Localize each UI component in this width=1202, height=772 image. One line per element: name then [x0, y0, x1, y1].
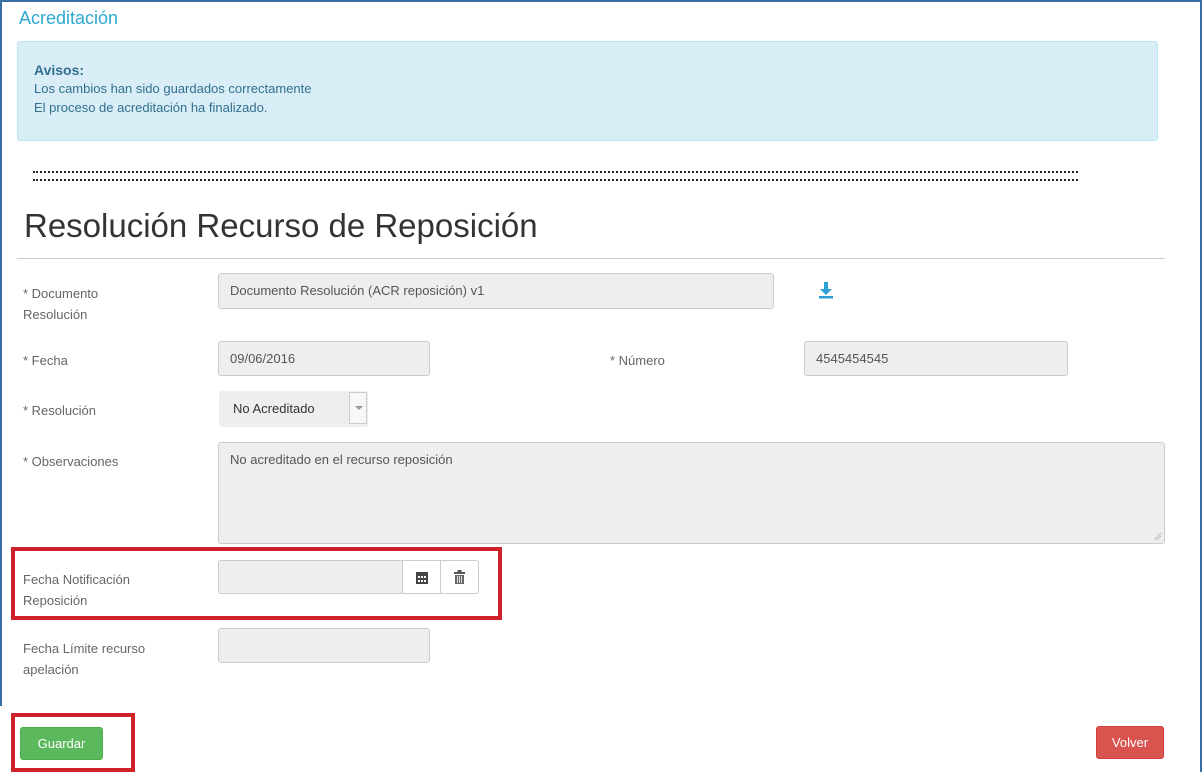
fecha-field[interactable]: 09/06/2016	[218, 341, 430, 376]
alert-line: El proceso de acreditación ha finalizado…	[34, 100, 268, 115]
resolucion-label: * Resolución	[23, 403, 96, 418]
window-frame-top	[0, 0, 1202, 2]
documento-label-line: Resolución	[23, 307, 88, 322]
observaciones-label: * Observaciones	[23, 454, 119, 469]
fecha-limite-label-line: Fecha Límite recurso	[23, 641, 146, 656]
highlight-box-fecha-notificacion	[11, 547, 502, 620]
numero-field[interactable]: 4545454545	[804, 341, 1068, 376]
documento-field[interactable]: Documento Resolución (ACR reposición) v1	[218, 273, 774, 309]
observaciones-text: No acreditado en el recurso reposición	[230, 452, 453, 467]
documento-label-line: * Documento	[23, 286, 99, 301]
dotted-separator	[33, 171, 1078, 181]
resize-grip-icon[interactable]	[1153, 532, 1161, 540]
fecha-limite-label: Fecha Límite recurso apelación	[23, 638, 145, 680]
observaciones-textarea[interactable]: No acreditado en el recurso reposición	[218, 442, 1165, 544]
page-header-title: Acreditación	[19, 8, 119, 28]
highlight-box-save	[11, 713, 135, 772]
alert-title: Avisos:	[34, 62, 85, 78]
window-frame-left	[0, 0, 2, 706]
notice-alert: Avisos: Los cambios han sido guardados c…	[17, 41, 1158, 141]
resolucion-select[interactable]: No Acreditado	[219, 391, 368, 427]
back-button[interactable]: Volver	[1096, 726, 1164, 759]
section-title: Resolución Recurso de Reposición	[24, 207, 538, 244]
title-divider	[17, 258, 1165, 259]
numero-label: * Número	[610, 353, 665, 368]
fecha-limite-label-line: apelación	[23, 662, 79, 677]
download-icon[interactable]	[818, 281, 834, 299]
documento-label: * Documento Resolución	[23, 283, 98, 325]
alert-line: Los cambios han sido guardados correctam…	[34, 81, 312, 96]
fecha-limite-field[interactable]	[218, 628, 430, 663]
fecha-label: * Fecha	[23, 353, 68, 368]
resolucion-selected-value: No Acreditado	[233, 401, 315, 416]
chevron-down-icon[interactable]	[349, 392, 367, 424]
